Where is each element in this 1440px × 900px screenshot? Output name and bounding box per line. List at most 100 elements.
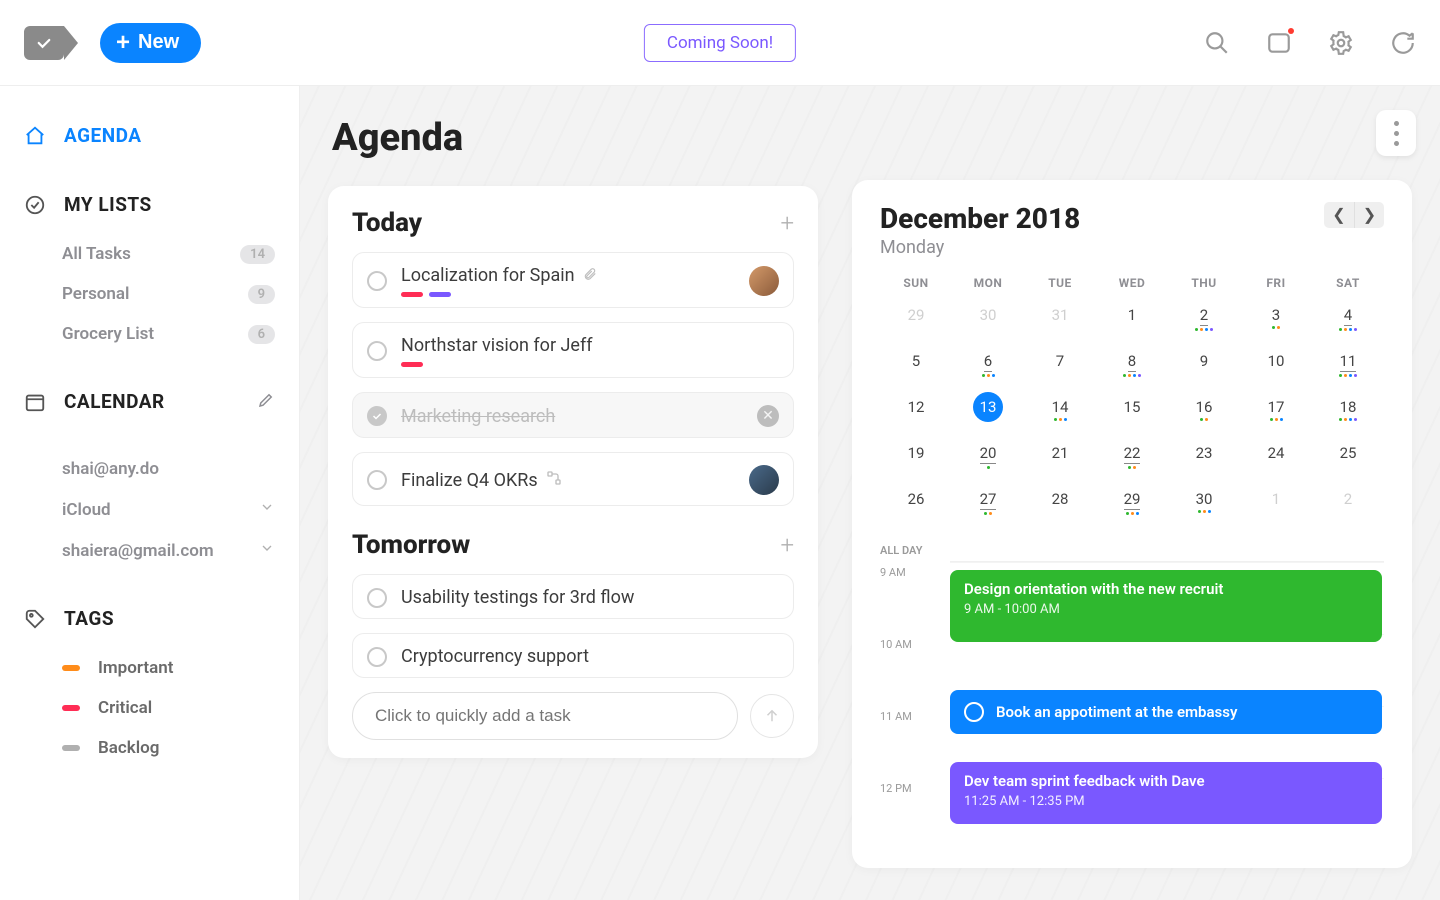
more-menu-button[interactable] xyxy=(1376,110,1416,156)
sidebar-list-item[interactable]: All Tasks14 xyxy=(18,234,281,274)
event-checkbox[interactable] xyxy=(964,702,984,722)
calendar-day[interactable]: 2 xyxy=(1312,490,1384,520)
calendar-dow: WED xyxy=(1096,276,1168,290)
section-title: Today xyxy=(352,208,422,238)
calendar-day[interactable]: 29 xyxy=(880,306,952,336)
prev-month-button[interactable]: ❮ xyxy=(1324,202,1354,228)
window-icon[interactable] xyxy=(1266,30,1292,56)
task-checkbox[interactable] xyxy=(367,341,387,361)
sync-icon[interactable] xyxy=(1390,30,1416,56)
calendar-dow: TUE xyxy=(1024,276,1096,290)
sidebar-header-my-lists[interactable]: MY LISTS xyxy=(18,183,281,226)
coming-soon-badge[interactable]: Coming Soon! xyxy=(644,24,796,62)
calendar-day[interactable]: 24 xyxy=(1240,444,1312,474)
hour-label: 12 PM xyxy=(880,778,950,850)
remove-task-button[interactable]: ✕ xyxy=(757,405,779,427)
calendar-day[interactable]: 20 xyxy=(952,444,1024,474)
calendar-day[interactable]: 3 xyxy=(1240,306,1312,336)
calendar-day[interactable]: 7 xyxy=(1024,352,1096,382)
task-checkbox[interactable] xyxy=(367,647,387,667)
timeline: ALL DAY 9 AM10 AM11 AM12 PM Design orien… xyxy=(880,540,1384,850)
calendar-day[interactable]: 29 xyxy=(1096,490,1168,520)
calendar-day[interactable]: 4 xyxy=(1312,306,1384,336)
calendar-day[interactable]: 27 xyxy=(952,490,1024,520)
sidebar-list-item[interactable]: Grocery List6 xyxy=(18,314,281,354)
task-checkbox[interactable] xyxy=(367,470,387,490)
event-title: Dev team sprint feedback with Dave xyxy=(964,772,1368,790)
assignee-avatar xyxy=(749,465,779,495)
calendar-day[interactable]: 6 xyxy=(952,352,1024,382)
task-row[interactable]: Localization for Spain xyxy=(352,252,794,308)
calendar-day[interactable]: 31 xyxy=(1024,306,1096,336)
add-task-tomorrow-button[interactable]: + xyxy=(780,531,794,559)
calendar-day[interactable]: 5 xyxy=(880,352,952,382)
calendar-event[interactable]: Book an appotiment at the embassy xyxy=(950,690,1382,734)
calendar-day[interactable]: 2 xyxy=(1168,306,1240,336)
calendar-day[interactable]: 23 xyxy=(1168,444,1240,474)
calendar-day[interactable]: 21 xyxy=(1024,444,1096,474)
task-row[interactable]: Cryptocurrency support xyxy=(352,633,794,678)
calendar-day[interactable]: 26 xyxy=(880,490,952,520)
sidebar-tag-item[interactable]: Critical xyxy=(18,688,281,728)
list-label: Grocery List xyxy=(62,324,154,344)
calendar-month: December 2018 xyxy=(880,202,1080,235)
calendar-day[interactable]: 28 xyxy=(1024,490,1096,520)
calendar-day[interactable]: 1 xyxy=(1096,306,1168,336)
calendar-day[interactable]: 13 xyxy=(952,398,1024,428)
calendar-event[interactable]: Design orientation with the new recruit9… xyxy=(950,570,1382,642)
calendar-day[interactable]: 8 xyxy=(1096,352,1168,382)
sidebar-tag-item[interactable]: Important xyxy=(18,648,281,688)
task-checkbox[interactable] xyxy=(367,271,387,291)
calendar-day[interactable]: 17 xyxy=(1240,398,1312,428)
calendar-event[interactable]: Dev team sprint feedback with Dave 11:25 … xyxy=(950,762,1382,824)
next-month-button[interactable]: ❯ xyxy=(1354,202,1384,228)
task-row[interactable]: Finalize Q4 OKRs xyxy=(352,452,794,506)
task-row[interactable]: Usability testings for 3rd flow xyxy=(352,574,794,619)
sidebar-item-agenda[interactable]: AGENDA xyxy=(18,114,281,157)
task-checkbox[interactable] xyxy=(367,406,387,426)
task-row[interactable]: Northstar vision for Jeff xyxy=(352,322,794,378)
submit-button[interactable] xyxy=(750,694,794,738)
calendar-day[interactable]: 19 xyxy=(880,444,952,474)
notification-dot xyxy=(1288,28,1294,34)
sidebar-tag-item[interactable]: Backlog xyxy=(18,728,281,768)
section-head-today: Today + xyxy=(352,208,794,238)
sidebar-label: TAGS xyxy=(64,607,114,630)
sidebar-header-tags[interactable]: TAGS xyxy=(18,597,281,640)
calendar-day[interactable]: 10 xyxy=(1240,352,1312,382)
calendar-day[interactable]: 22 xyxy=(1096,444,1168,474)
calendar-day[interactable]: 11 xyxy=(1312,352,1384,382)
calendar-day[interactable]: 16 xyxy=(1168,398,1240,428)
calendar-day[interactable]: 30 xyxy=(952,306,1024,336)
sidebar-header-calendar[interactable]: CALENDAR xyxy=(18,380,281,423)
search-icon[interactable] xyxy=(1204,30,1230,56)
quick-add-input[interactable] xyxy=(352,692,738,740)
task-body: Usability testings for 3rd flow xyxy=(401,587,779,608)
task-body: Finalize Q4 OKRs xyxy=(401,470,735,491)
calendar-dow: FRI xyxy=(1240,276,1312,290)
gear-icon[interactable] xyxy=(1328,30,1354,56)
calendar-day[interactable]: 12 xyxy=(880,398,952,428)
sidebar-account-item[interactable]: shaiera@gmail.com xyxy=(18,530,281,571)
add-task-today-button[interactable]: + xyxy=(780,209,794,237)
calendar-day[interactable]: 25 xyxy=(1312,444,1384,474)
sidebar-label: MY LISTS xyxy=(64,193,152,216)
task-checkbox[interactable] xyxy=(367,588,387,608)
calendar-day[interactable]: 9 xyxy=(1168,352,1240,382)
tag-swatch xyxy=(62,745,80,751)
event-time: 11:25 AM - 12:35 PM xyxy=(964,794,1368,809)
edit-icon[interactable] xyxy=(257,391,275,413)
calendar-day[interactable]: 14 xyxy=(1024,398,1096,428)
calendar-day[interactable]: 18 xyxy=(1312,398,1384,428)
calendar-day[interactable]: 30 xyxy=(1168,490,1240,520)
task-row[interactable]: Marketing research✕ xyxy=(352,392,794,438)
calendar-day[interactable]: 15 xyxy=(1096,398,1168,428)
task-body: Cryptocurrency support xyxy=(401,646,779,667)
sidebar-list-item[interactable]: Personal9 xyxy=(18,274,281,314)
sidebar-account-item[interactable]: shai@any.do xyxy=(18,449,281,489)
sidebar-account-item[interactable]: iCloud xyxy=(18,489,281,530)
calendar-day[interactable]: 1 xyxy=(1240,490,1312,520)
new-button[interactable]: + New xyxy=(100,23,201,63)
event-time: 9 AM - 10:00 AM xyxy=(964,602,1368,617)
tag-label: Important xyxy=(98,658,173,678)
